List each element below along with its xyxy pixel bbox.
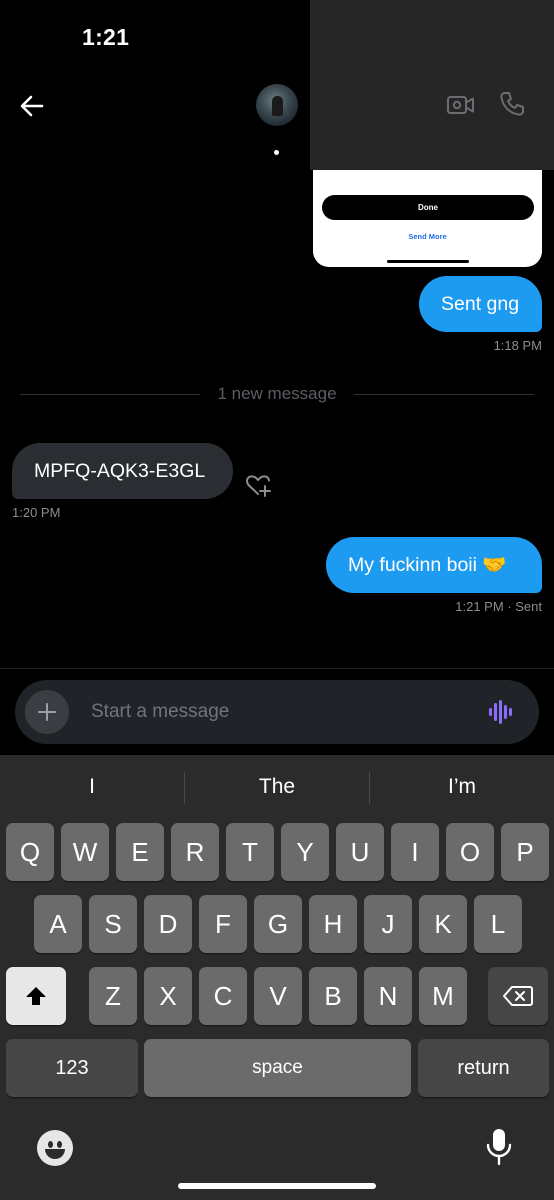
keyboard-suggestion[interactable]: I’m <box>370 775 554 799</box>
key-w[interactable]: W <box>61 823 109 881</box>
shared-image-attachment[interactable]: Done Send More <box>313 170 542 267</box>
key-z[interactable]: Z <box>89 967 137 1025</box>
key-c[interactable]: C <box>199 967 247 1025</box>
key-b[interactable]: B <box>309 967 357 1025</box>
message-sent-status: · Sent <box>507 599 542 614</box>
key-p[interactable]: P <box>501 823 549 881</box>
chat-header <box>0 0 554 170</box>
backspace-key[interactable] <box>488 967 548 1025</box>
key-g[interactable]: G <box>254 895 302 953</box>
voice-waveform-icon[interactable] <box>489 700 515 724</box>
arrow-left-icon[interactable] <box>16 90 48 122</box>
key-m[interactable]: M <box>419 967 467 1025</box>
keyboard-suggestion[interactable]: I <box>0 775 184 799</box>
shift-arrow-icon <box>26 987 46 1005</box>
message-composer: Start a message <box>15 680 539 744</box>
image-done-button: Done <box>322 195 534 220</box>
key-v[interactable]: V <box>254 967 302 1025</box>
key-y[interactable]: Y <box>281 823 329 881</box>
keyboard-suggestion[interactable]: The <box>185 775 369 799</box>
home-indicator <box>178 1183 376 1189</box>
status-time: 1:21 <box>82 24 130 50</box>
key-i[interactable]: I <box>391 823 439 881</box>
message-bubble-incoming[interactable]: MPFQ-AQK3-E3GL <box>12 443 233 499</box>
message-input[interactable]: Start a message <box>91 680 229 744</box>
key-j[interactable]: J <box>364 895 412 953</box>
image-send-more-link: Send More <box>408 232 447 241</box>
message-timestamp: 1:20 PM <box>12 505 61 520</box>
backspace-icon <box>503 986 533 1006</box>
heart-plus-icon[interactable] <box>244 471 272 499</box>
return-key[interactable]: return <box>418 1039 549 1097</box>
shift-key[interactable] <box>6 967 66 1025</box>
video-camera-icon[interactable] <box>446 92 476 118</box>
key-u[interactable]: U <box>336 823 384 881</box>
message-bubble-outgoing[interactable]: Sent gng <box>419 276 542 332</box>
key-a[interactable]: A <box>34 895 82 953</box>
key-k[interactable]: K <box>419 895 467 953</box>
key-x[interactable]: X <box>144 967 192 1025</box>
key-o[interactable]: O <box>446 823 494 881</box>
key-e[interactable]: E <box>116 823 164 881</box>
header-indicator-dot <box>274 150 279 155</box>
message-bubble-outgoing[interactable]: My fuckinn boii 🤝 <box>326 537 542 593</box>
microphone-icon[interactable] <box>484 1128 514 1166</box>
emoji-icon[interactable] <box>37 1130 73 1166</box>
phone-icon[interactable] <box>498 90 526 118</box>
key-h[interactable]: H <box>309 895 357 953</box>
message-timestamp-status: 1:21 PM · Sent <box>455 599 542 614</box>
key-l[interactable]: L <box>474 895 522 953</box>
space-key[interactable]: space <box>144 1039 411 1097</box>
key-n[interactable]: N <box>364 967 412 1025</box>
key-r[interactable]: R <box>171 823 219 881</box>
divider-line-right <box>354 394 534 395</box>
key-q[interactable]: Q <box>6 823 54 881</box>
key-f[interactable]: F <box>199 895 247 953</box>
numbers-key[interactable]: 123 <box>6 1039 138 1097</box>
message-time: 1:21 PM <box>455 599 504 614</box>
key-s[interactable]: S <box>89 895 137 953</box>
key-t[interactable]: T <box>226 823 274 881</box>
plus-icon[interactable] <box>25 690 69 734</box>
key-d[interactable]: D <box>144 895 192 953</box>
message-timestamp: 1:18 PM <box>493 338 542 353</box>
avatar[interactable] <box>256 84 298 126</box>
